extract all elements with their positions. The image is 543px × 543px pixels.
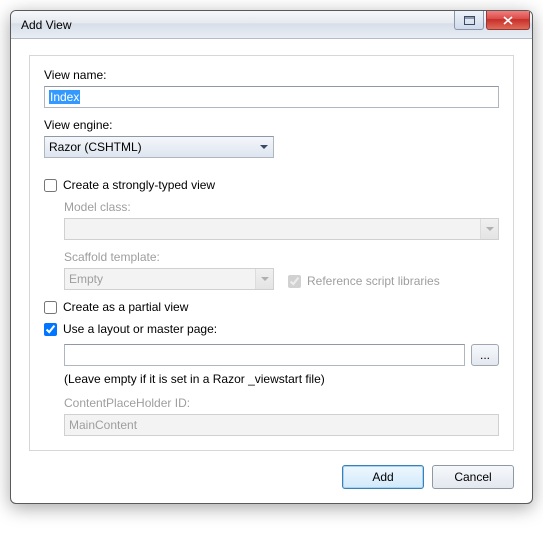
- use-layout-label[interactable]: Use a layout or master page:: [63, 322, 217, 336]
- scaffold-combo: Empty: [64, 268, 274, 290]
- chevron-down-icon: [260, 145, 268, 149]
- scaffold-dropdown-button: [255, 269, 273, 289]
- strongly-typed-row: Create a strongly-typed view: [44, 178, 499, 192]
- close-button[interactable]: [486, 11, 530, 30]
- scaffold-value: Empty: [65, 272, 255, 286]
- titlebar: Add View: [11, 11, 532, 39]
- layout-hint: (Leave empty if it is set in a Razor _vi…: [64, 372, 499, 386]
- model-class-combo: [64, 218, 499, 240]
- layout-path-input[interactable]: [64, 344, 465, 366]
- close-icon: [503, 16, 513, 25]
- layout-section: ... (Leave empty if it is set in a Razor…: [44, 344, 499, 436]
- cancel-button[interactable]: Cancel: [432, 465, 514, 489]
- chevron-down-icon: [261, 277, 269, 281]
- ref-scripts-label: Reference script libraries: [307, 274, 440, 288]
- dialog-content: View name: Index View engine: Razor (CSH…: [11, 39, 532, 503]
- add-view-dialog: Add View View name: Index View engine: R…: [10, 10, 533, 504]
- use-layout-checkbox[interactable]: [44, 323, 57, 336]
- model-class-label: Model class:: [64, 200, 499, 214]
- partial-row: Create as a partial view: [44, 300, 499, 314]
- browse-button[interactable]: ...: [471, 344, 499, 366]
- cph-label: ContentPlaceHolder ID:: [64, 396, 499, 410]
- view-name-value: Index: [49, 90, 80, 104]
- cph-input: [64, 414, 499, 436]
- view-engine-value: Razor (CSHTML): [45, 140, 255, 154]
- add-button-label: Add: [372, 470, 393, 484]
- ellipsis-icon: ...: [480, 348, 490, 362]
- view-name-label: View name:: [44, 68, 499, 82]
- view-engine-dropdown-button: [255, 137, 273, 157]
- ref-scripts-checkbox: [288, 275, 301, 288]
- view-engine-group: View engine: Razor (CSHTML): [44, 118, 499, 158]
- view-engine-label: View engine:: [44, 118, 499, 132]
- window-buttons: [454, 11, 530, 38]
- model-class-dropdown-button: [480, 219, 498, 239]
- maximize-button[interactable]: [454, 11, 484, 30]
- use-layout-row: Use a layout or master page:: [44, 322, 499, 336]
- maximize-icon: [464, 16, 475, 25]
- partial-label[interactable]: Create as a partial view: [63, 300, 188, 314]
- chevron-down-icon: [486, 227, 494, 231]
- ref-scripts-row: Reference script libraries: [288, 274, 440, 288]
- scaffold-label: Scaffold template:: [64, 250, 274, 264]
- partial-checkbox[interactable]: [44, 301, 57, 314]
- strongly-typed-checkbox[interactable]: [44, 179, 57, 192]
- strongly-typed-section: Model class: Scaffold template: Empty: [44, 200, 499, 290]
- form-panel: View name: Index View engine: Razor (CSH…: [29, 55, 514, 451]
- cancel-button-label: Cancel: [454, 470, 491, 484]
- view-name-input[interactable]: Index: [44, 86, 499, 108]
- add-button[interactable]: Add: [342, 465, 424, 489]
- view-name-group: View name: Index: [44, 68, 499, 108]
- button-bar: Add Cancel: [29, 465, 514, 489]
- window-title: Add View: [21, 18, 454, 32]
- view-engine-combo[interactable]: Razor (CSHTML): [44, 136, 274, 158]
- strongly-typed-label[interactable]: Create a strongly-typed view: [63, 178, 215, 192]
